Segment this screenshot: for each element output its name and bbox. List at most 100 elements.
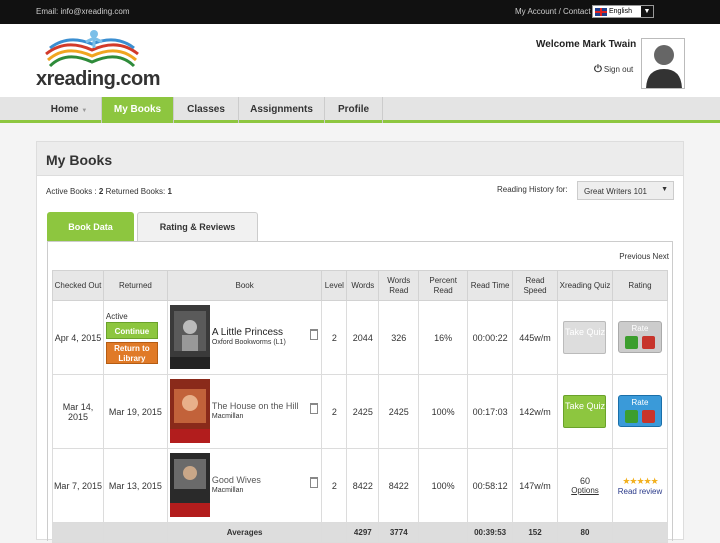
returned-books-label: Returned Books: bbox=[105, 187, 166, 196]
percent-read: 100% bbox=[418, 374, 469, 449]
take-quiz-button-disabled: Take Quiz bbox=[563, 321, 607, 354]
trash-icon[interactable] bbox=[310, 477, 319, 488]
pagination[interactable]: Previous Next bbox=[619, 252, 669, 261]
nav-home[interactable]: Home ▼ bbox=[37, 97, 102, 123]
book-publisher: Oxford Bookworms (L1) bbox=[211, 339, 286, 346]
book-logo-icon bbox=[45, 30, 139, 68]
welcome-message: Welcome Mark Twain bbox=[536, 39, 637, 50]
status-label: Active bbox=[105, 311, 128, 321]
read-time: 00:58:12 bbox=[467, 448, 514, 523]
col-percent-read[interactable]: Percent Read bbox=[418, 270, 469, 301]
book-title[interactable]: The House on the Hill bbox=[212, 401, 299, 411]
percent-read: 100% bbox=[418, 448, 469, 523]
col-quiz[interactable]: Xreading Quiz bbox=[557, 270, 613, 301]
take-quiz-button[interactable]: Take Quiz bbox=[563, 395, 607, 428]
words: 8422 bbox=[346, 448, 380, 523]
thumbs-down-icon bbox=[641, 335, 655, 349]
checked-out-date: Mar 14, 2015 bbox=[52, 374, 104, 449]
book-cover[interactable] bbox=[169, 305, 210, 369]
tab-rating-reviews[interactable]: Rating & Reviews bbox=[137, 212, 258, 241]
logo-text: xreading.com bbox=[36, 68, 161, 90]
col-rating[interactable]: Rating bbox=[611, 270, 669, 301]
nav-classes[interactable]: Classes bbox=[174, 97, 239, 123]
book-title[interactable]: Good Wives bbox=[212, 475, 261, 485]
thumbs-up-icon bbox=[624, 335, 638, 349]
book-publisher: Macmillan bbox=[211, 413, 244, 420]
avatar[interactable] bbox=[641, 38, 685, 89]
read-review-link[interactable]: Read review bbox=[613, 487, 667, 496]
words-read: 326 bbox=[378, 300, 420, 375]
read-time: 00:17:03 bbox=[467, 374, 514, 449]
power-icon: ⏻ bbox=[594, 64, 602, 75]
book-title[interactable]: A Little Princess bbox=[212, 327, 283, 338]
book-cell[interactable]: Good Wives Macmillan bbox=[166, 448, 323, 523]
checked-out-date: Apr 4, 2015 bbox=[52, 300, 104, 375]
read-speed: 445w/m bbox=[512, 300, 559, 375]
book-cover[interactable] bbox=[169, 453, 210, 517]
rating-cell: Rate bbox=[611, 374, 669, 449]
rate-button-disabled: Rate bbox=[617, 320, 662, 353]
read-time: 00:00:22 bbox=[467, 300, 514, 375]
returned-date: Mar 13, 2015 bbox=[102, 448, 168, 523]
col-returned[interactable]: Returned bbox=[102, 270, 168, 301]
class-select-value: Great Writers 101 bbox=[584, 187, 647, 196]
level: 2 bbox=[321, 448, 348, 523]
main-nav: Home ▼ My Books Classes Assignments Prof… bbox=[0, 97, 720, 123]
panel-header: My Books bbox=[37, 142, 683, 176]
trash-icon[interactable] bbox=[310, 403, 319, 414]
returned-cell: Active Continue Return to Library bbox=[102, 300, 168, 375]
contact-email: Email: info@xreading.com bbox=[36, 7, 130, 16]
thumbs-up-icon[interactable] bbox=[624, 409, 638, 423]
book-cell[interactable]: The House on the Hill Macmillan bbox=[166, 374, 323, 449]
nav-my-books[interactable]: My Books bbox=[102, 97, 174, 123]
reading-history-label: Reading History for: bbox=[497, 185, 568, 194]
book-cover[interactable] bbox=[169, 379, 210, 443]
rate-label: Rate bbox=[631, 397, 649, 407]
rate-button[interactable]: Rate bbox=[617, 394, 662, 427]
active-books-count: 2 bbox=[98, 187, 104, 196]
continue-button[interactable]: Continue bbox=[105, 321, 158, 339]
col-read-time[interactable]: Read Time bbox=[467, 270, 514, 301]
quiz-options-link[interactable]: Options bbox=[558, 486, 612, 495]
chevron-down-icon: ▼ bbox=[81, 108, 88, 114]
language-value: English bbox=[609, 8, 632, 15]
quiz-score: 60 bbox=[579, 476, 590, 486]
col-words-read[interactable]: Words Read bbox=[378, 270, 420, 301]
user-silhouette-icon bbox=[642, 39, 684, 88]
checked-out-date: Mar 7, 2015 bbox=[52, 448, 104, 523]
col-read-speed[interactable]: Read Speed bbox=[512, 270, 559, 301]
tab-book-data[interactable]: Book Data bbox=[47, 212, 134, 241]
read-speed: 147w/m bbox=[512, 448, 559, 523]
quiz-cell: Take Quiz bbox=[557, 374, 613, 449]
class-select[interactable]: Great Writers 101 ▼ bbox=[577, 181, 674, 200]
sign-out-link[interactable]: ⏻ Sign out bbox=[594, 64, 633, 75]
book-cell[interactable]: A Little Princess Oxford Bookworms (L1) bbox=[166, 300, 323, 375]
chevron-down-icon: ▼ bbox=[661, 186, 668, 193]
col-level[interactable]: Level bbox=[321, 270, 348, 301]
site-logo[interactable]: xreading.com bbox=[36, 28, 161, 92]
level: 2 bbox=[321, 374, 348, 449]
page-title: My Books bbox=[46, 152, 113, 168]
return-to-library-button[interactable]: Return to Library bbox=[105, 341, 158, 364]
nav-profile[interactable]: Profile bbox=[325, 97, 383, 123]
col-checked-out[interactable]: Checked Out bbox=[52, 270, 104, 301]
account-contact-links[interactable]: My Account / Contact / bbox=[515, 7, 595, 16]
words: 2044 bbox=[346, 300, 380, 375]
rating-cell: Rate bbox=[611, 300, 669, 375]
books-table: Checked Out Returned Book Level Words Wo… bbox=[52, 270, 669, 543]
returned-books-count: 1 bbox=[167, 187, 172, 196]
chevron-down-icon: ▼ bbox=[641, 6, 653, 17]
book-counts: Active Books : 2 Returned Books: 1 bbox=[46, 187, 172, 196]
quiz-cell: Take Quiz bbox=[557, 300, 613, 375]
thumbs-down-icon[interactable] bbox=[641, 409, 655, 423]
col-book[interactable]: Book bbox=[166, 270, 323, 301]
sign-out-label: Sign out bbox=[603, 65, 634, 74]
trash-icon[interactable] bbox=[310, 329, 319, 340]
col-words[interactable]: Words bbox=[346, 270, 380, 301]
nav-assignments[interactable]: Assignments bbox=[239, 97, 325, 123]
book-publisher: Macmillan bbox=[211, 487, 244, 494]
book-data-content: Previous Next Checked Out Returned Book … bbox=[47, 241, 673, 543]
table-row: Mar 14, 2015 Mar 19, 2015 The House on t… bbox=[52, 374, 669, 449]
language-selector[interactable]: English ▼ bbox=[592, 5, 654, 18]
read-speed: 142w/m bbox=[512, 374, 559, 449]
